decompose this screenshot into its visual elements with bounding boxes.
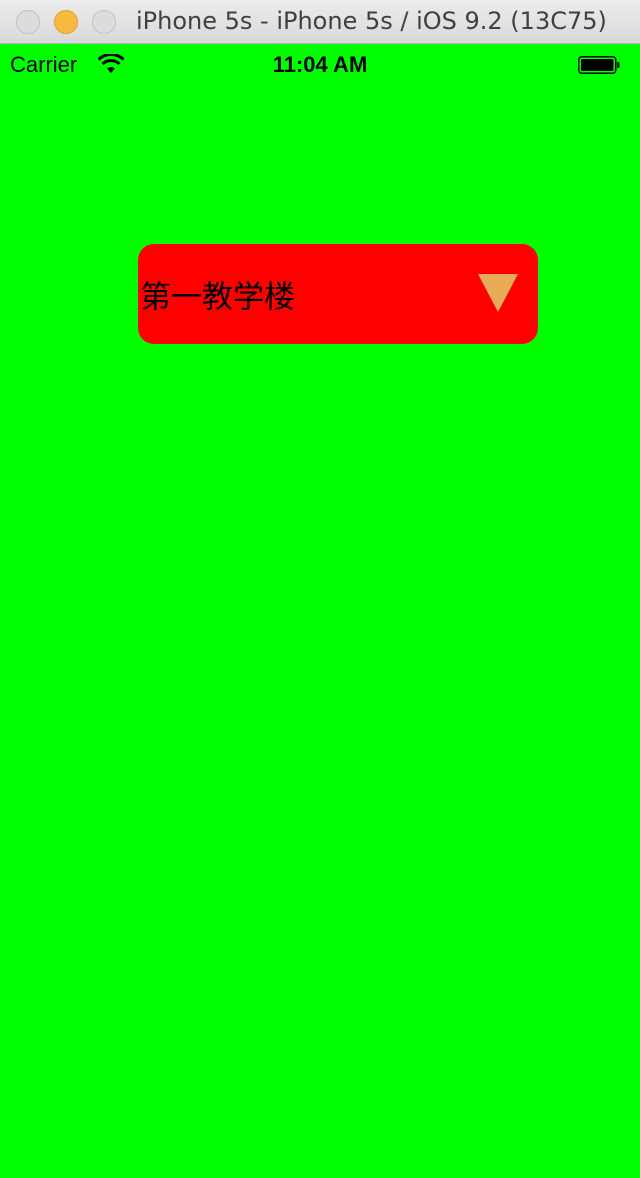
status-time: 11:04 AM xyxy=(272,52,368,77)
window-title: iPhone 5s - iPhone 5s / iOS 9.2 (13C75) xyxy=(136,7,607,35)
window-title-bar: iPhone 5s - iPhone 5s / iOS 9.2 (13C75) xyxy=(0,0,640,44)
window-minimize-button[interactable] xyxy=(54,10,78,34)
window-zoom-button[interactable] xyxy=(92,10,116,34)
window-close-button[interactable] xyxy=(16,10,40,34)
triangle-down-icon xyxy=(478,274,518,312)
building-dropdown[interactable]: 第一教学楼 xyxy=(138,244,538,344)
dropdown-selected-value: 第一教学楼 xyxy=(140,279,295,316)
battery-icon xyxy=(578,56,620,74)
status-bar: Carrier 11:04 AM xyxy=(0,44,640,84)
